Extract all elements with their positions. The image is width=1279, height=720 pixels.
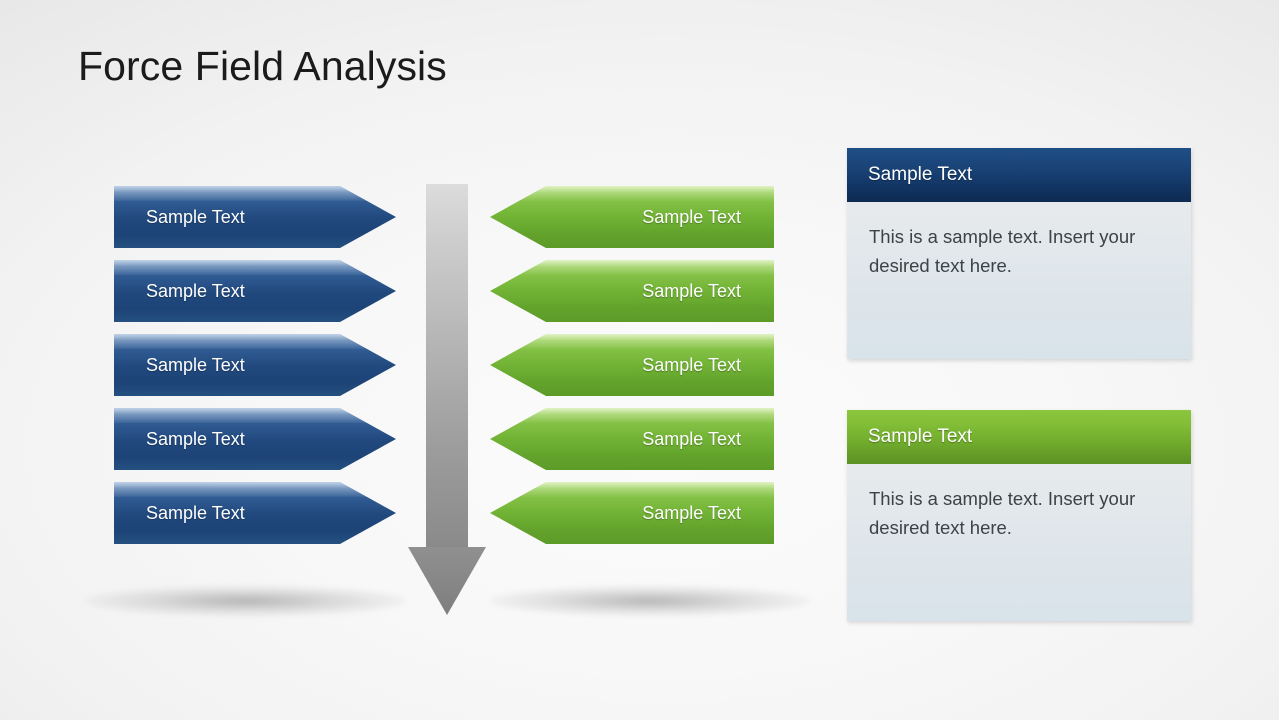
driving-force-label-5: Sample Text [146,502,245,523]
driving-force-label-3: Sample Text [146,354,245,375]
restraining-force-label-2: Sample Text [642,280,741,301]
panel-blue-header: Sample Text [847,148,1191,202]
page-title: Force Field Analysis [78,43,447,89]
driving-force-arrow-3[interactable]: Sample Text [114,334,396,396]
restraining-force-arrow-1[interactable]: Sample Text [490,186,774,248]
ground-shadow-left [86,586,406,616]
restraining-forces-column: Sample Text Sample Text Sample Text Samp… [490,186,774,544]
driving-forces-column: Sample Text Sample Text Sample Text Samp… [114,186,396,544]
driving-force-label-4: Sample Text [146,428,245,449]
ground-shadow-right [490,586,810,616]
driving-force-arrow-4[interactable]: Sample Text [114,408,396,470]
panel-blue[interactable]: Sample Text This is a sample text. Inser… [847,148,1191,359]
restraining-force-arrow-2[interactable]: Sample Text [490,260,774,322]
driving-force-label-1: Sample Text [146,206,245,227]
restraining-force-arrow-5[interactable]: Sample Text [490,482,774,544]
restraining-force-arrow-4[interactable]: Sample Text [490,408,774,470]
driving-force-arrow-5[interactable]: Sample Text [114,482,396,544]
panel-green-body: This is a sample text. Insert your desir… [847,464,1191,621]
restraining-force-label-3: Sample Text [642,354,741,375]
driving-force-arrow-2[interactable]: Sample Text [114,260,396,322]
driving-force-arrow-1[interactable]: Sample Text [114,186,396,248]
down-arrow-icon [400,184,494,615]
driving-force-label-2: Sample Text [146,280,245,301]
restraining-force-label-5: Sample Text [642,502,741,523]
restraining-force-arrow-3[interactable]: Sample Text [490,334,774,396]
panel-green-header: Sample Text [847,410,1191,464]
slide-canvas: Force Field Analysis Sample Text Sample … [0,0,1279,720]
panel-blue-body: This is a sample text. Insert your desir… [847,202,1191,359]
restraining-force-label-1: Sample Text [642,206,741,227]
restraining-force-label-4: Sample Text [642,428,741,449]
panel-green[interactable]: Sample Text This is a sample text. Inser… [847,410,1191,621]
